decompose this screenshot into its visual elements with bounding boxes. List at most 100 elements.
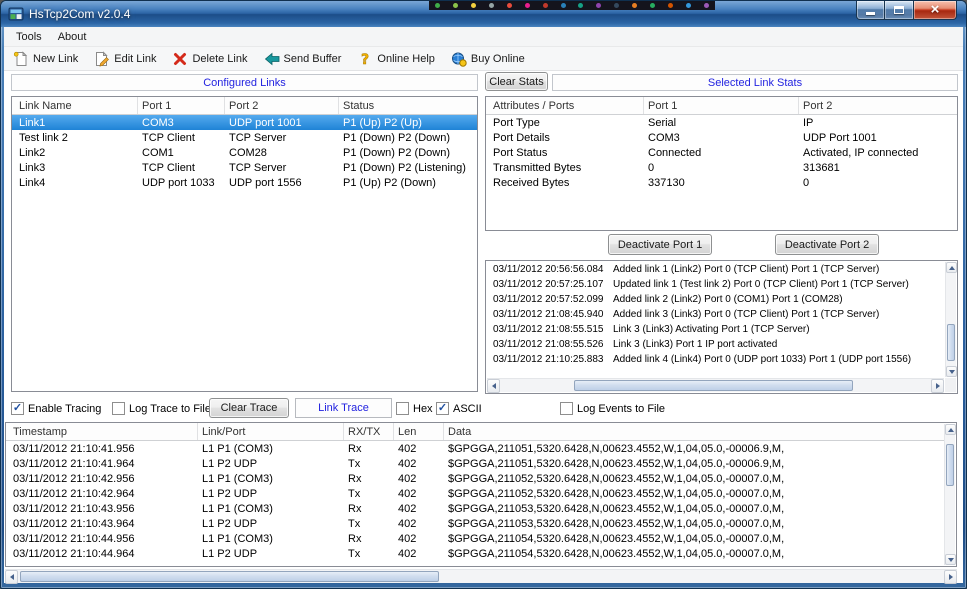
trace-vertical-scrollbar[interactable] xyxy=(944,424,955,565)
stats-row[interactable]: Port Details COM3 UDP Port 1001 xyxy=(486,130,957,145)
delete-link-button[interactable]: Delete Link xyxy=(167,49,252,69)
link-row[interactable]: Link3 TCP Client TCP Server P1 (Down) P2… xyxy=(12,160,477,175)
menu-tools[interactable]: Tools xyxy=(8,29,50,45)
trace-timestamp-cell: 03/11/2012 21:10:43.964 xyxy=(6,516,198,531)
event-log-hscroll-thumb[interactable] xyxy=(574,380,853,391)
trace-row[interactable]: 03/11/2012 21:10:41.964 L1 P2 UDP Tx 402… xyxy=(6,456,956,471)
scroll-up-icon[interactable] xyxy=(946,262,957,273)
event-log-vscroll-thumb[interactable] xyxy=(947,324,955,361)
event-log-entry[interactable]: 03/11/2012 21:08:45.940 Added link 3 (Li… xyxy=(487,307,945,322)
trace-row[interactable]: 03/11/2012 21:10:42.956 L1 P1 (COM3) Rx … xyxy=(6,471,956,486)
event-log-entry[interactable]: 03/11/2012 21:08:55.526 Link 3 (Link3) P… xyxy=(487,337,945,352)
checkbox-box xyxy=(112,402,125,415)
event-log-entry[interactable]: 03/11/2012 20:57:52.099 Added link 2 (Li… xyxy=(487,292,945,307)
trace-len-cell: 402 xyxy=(394,441,444,456)
trace-row[interactable]: 03/11/2012 21:10:43.956 L1 P1 (COM3) Rx … xyxy=(6,501,956,516)
link-row[interactable]: Test link 2 TCP Client TCP Server P1 (Do… xyxy=(12,130,477,145)
configured-links-header: Configured Links xyxy=(11,74,478,91)
new-link-button[interactable]: New Link xyxy=(8,49,83,69)
scroll-right-icon[interactable] xyxy=(931,379,944,393)
link-row[interactable]: Link2 COM1 COM28 P1 (Down) P2 (Down) xyxy=(12,145,477,160)
link-status-cell: P1 (Down) P2 (Down) xyxy=(339,130,477,145)
column-data[interactable]: Data xyxy=(444,423,944,440)
trace-vscroll-thumb[interactable] xyxy=(946,444,954,486)
trace-row[interactable]: 03/11/2012 21:10:43.964 L1 P2 UDP Tx 402… xyxy=(6,516,956,531)
scroll-up-icon[interactable] xyxy=(945,424,956,435)
bottom-horizontal-scrollbar[interactable] xyxy=(5,569,957,583)
link-port2-cell: UDP port 1001 xyxy=(225,115,339,130)
column-link-name[interactable]: Link Name xyxy=(12,97,138,114)
log-events-to-file-checkbox[interactable]: Log Events to File xyxy=(560,402,665,415)
hex-label: Hex xyxy=(413,403,433,415)
minimize-button[interactable] xyxy=(856,1,885,20)
link-status-cell: P1 (Up) P2 (Up) xyxy=(339,115,477,130)
deactivate-port1-button[interactable]: Deactivate Port 1 xyxy=(608,234,712,255)
clear-trace-button[interactable]: Clear Trace xyxy=(209,398,289,418)
workarea: Configured Links Link Name Port 1 Port 2… xyxy=(4,72,963,583)
deactivate-port2-button[interactable]: Deactivate Port 2 xyxy=(775,234,879,255)
trace-link-port-cell: L1 P2 UDP xyxy=(198,456,344,471)
hex-checkbox[interactable]: Hex xyxy=(396,402,433,415)
scroll-left-icon[interactable] xyxy=(487,379,500,393)
column-rx-tx[interactable]: RX/TX xyxy=(344,423,394,440)
trace-name-box: Link Trace xyxy=(295,398,392,418)
column-port2[interactable]: Port 2 xyxy=(225,97,339,114)
event-log-entry[interactable]: 03/11/2012 20:57:25.107 Updated link 1 (… xyxy=(487,277,945,292)
link-row[interactable]: Link1 COM3 UDP port 1001 P1 (Up) P2 (Up) xyxy=(12,115,477,130)
send-buffer-button[interactable]: Send Buffer xyxy=(259,49,347,69)
send-buffer-icon xyxy=(264,51,280,67)
event-time-cell: 03/11/2012 21:08:45.940 xyxy=(487,307,609,322)
event-log-vertical-scrollbar[interactable] xyxy=(945,262,956,377)
maximize-button[interactable] xyxy=(885,1,913,20)
trace-data-cell: $GPGGA,211053,5320.6428,N,00623.4552,W,1… xyxy=(444,516,956,531)
titlebar[interactable]: HsTcp2Com v2.0.4 xyxy=(1,1,966,27)
link-status-cell: P1 (Up) P2 (Down) xyxy=(339,175,477,190)
column-attributes-ports[interactable]: Attributes / Ports xyxy=(486,97,644,114)
event-time-cell: 03/11/2012 21:10:25.883 xyxy=(487,352,609,367)
log-trace-to-file-checkbox[interactable]: Log Trace to File xyxy=(112,402,211,415)
stats-port2-cell: Activated, IP connected xyxy=(799,145,957,160)
stats-port1-cell: Serial xyxy=(644,115,799,130)
scroll-right-icon[interactable] xyxy=(944,570,957,584)
scroll-down-icon[interactable] xyxy=(946,366,957,377)
stats-row[interactable]: Port Type Serial IP xyxy=(486,115,957,130)
trace-row[interactable]: 03/11/2012 21:10:44.956 L1 P1 (COM3) Rx … xyxy=(6,531,956,546)
scroll-down-icon[interactable] xyxy=(945,554,956,565)
trace-rxtx-cell: Tx xyxy=(344,516,394,531)
online-help-button[interactable]: ? Online Help xyxy=(352,49,439,69)
menu-about[interactable]: About xyxy=(50,29,95,45)
edit-link-button[interactable]: Edit Link xyxy=(89,49,161,69)
clear-stats-button[interactable]: Clear Stats xyxy=(485,72,548,91)
event-text-cell: Added link 4 (Link4) Port 0 (UDP port 10… xyxy=(609,352,945,367)
buy-online-button[interactable]: Buy Online xyxy=(446,49,530,69)
trace-row[interactable]: 03/11/2012 21:10:42.964 L1 P2 UDP Tx 402… xyxy=(6,486,956,501)
stats-row[interactable]: Port Status Connected Activated, IP conn… xyxy=(486,145,957,160)
trace-data-cell: $GPGGA,211051,5320.6428,N,00623.4552,W,1… xyxy=(444,456,956,471)
ascii-checkbox[interactable]: ASCII xyxy=(436,402,482,415)
stats-row[interactable]: Received Bytes 337130 0 xyxy=(486,175,957,190)
column-status[interactable]: Status xyxy=(339,97,477,114)
close-button[interactable] xyxy=(913,1,957,20)
scroll-left-icon[interactable] xyxy=(5,570,18,584)
event-log-entry[interactable]: 03/11/2012 20:56:56.084 Added link 1 (Li… xyxy=(487,262,945,277)
trace-row[interactable]: 03/11/2012 21:10:41.956 L1 P1 (COM3) Rx … xyxy=(6,441,956,456)
enable-tracing-checkbox[interactable]: Enable Tracing xyxy=(11,402,101,415)
column-len[interactable]: Len xyxy=(394,423,444,440)
event-time-cell: 03/11/2012 20:57:52.099 xyxy=(487,292,609,307)
stats-attribute-cell: Received Bytes xyxy=(486,175,644,190)
column-port1[interactable]: Port 1 xyxy=(138,97,225,114)
stats-port2-cell: 313681 xyxy=(799,160,957,175)
event-log-entry[interactable]: 03/11/2012 21:10:25.883 Added link 4 (Li… xyxy=(487,352,945,367)
event-time-cell: 03/11/2012 21:08:55.515 xyxy=(487,322,609,337)
event-log-entry[interactable]: 03/11/2012 21:08:55.515 Link 3 (Link3) A… xyxy=(487,322,945,337)
stats-row[interactable]: Transmitted Bytes 0 313681 xyxy=(486,160,957,175)
column-link-port[interactable]: Link/Port xyxy=(198,423,344,440)
trace-row[interactable]: 03/11/2012 21:10:44.964 L1 P2 UDP Tx 402… xyxy=(6,546,956,561)
link-port1-cell: TCP Client xyxy=(138,160,225,175)
link-row[interactable]: Link4 UDP port 1033 UDP port 1556 P1 (Up… xyxy=(12,175,477,190)
event-log-horizontal-scrollbar[interactable] xyxy=(487,378,944,392)
bottom-hscroll-thumb[interactable] xyxy=(20,571,439,582)
column-timestamp[interactable]: Timestamp xyxy=(6,423,198,440)
column-stats-port1[interactable]: Port 1 xyxy=(644,97,799,114)
column-stats-port2[interactable]: Port 2 xyxy=(799,97,957,114)
